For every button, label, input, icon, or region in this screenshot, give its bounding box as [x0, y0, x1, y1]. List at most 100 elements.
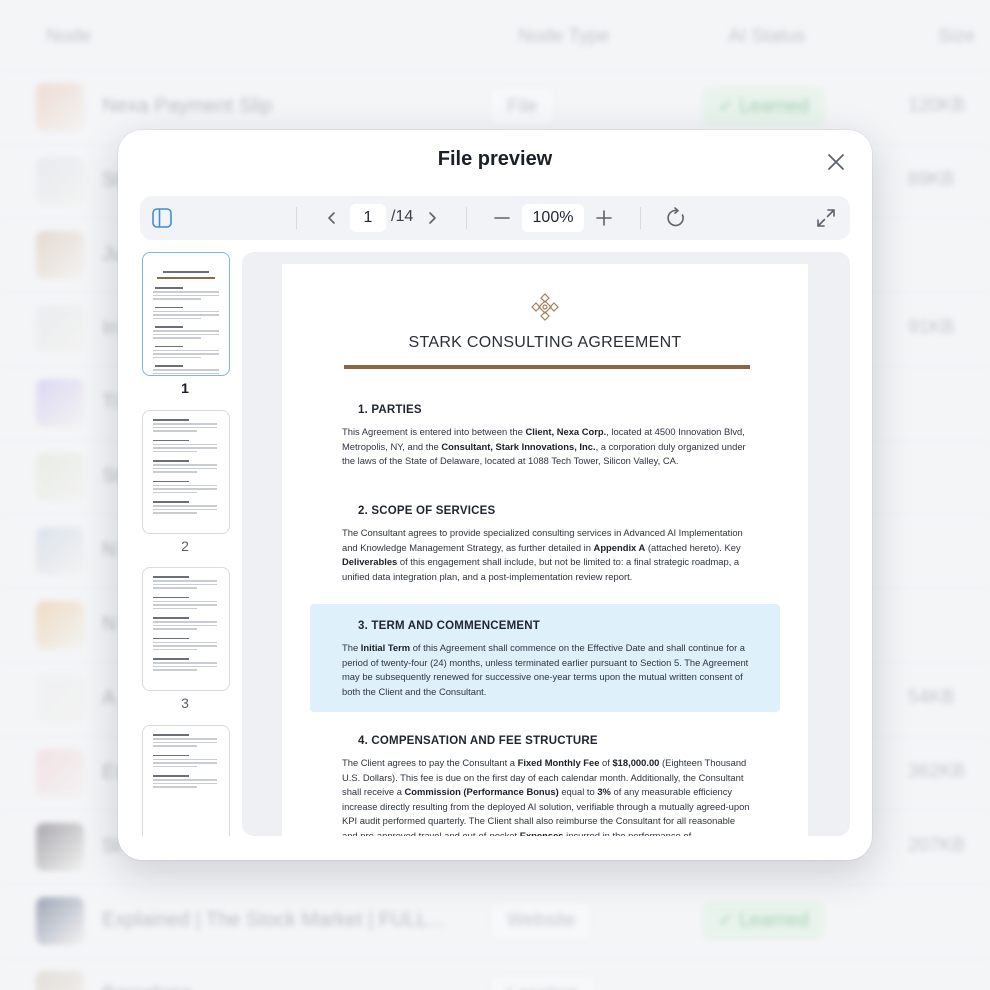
thumbnail-text-line	[153, 450, 197, 452]
thumbnail-text-line	[153, 501, 189, 503]
thumbnail-page-1[interactable]	[142, 252, 230, 376]
page-number-input[interactable]: 1	[350, 204, 386, 232]
thumbnail-text-line	[153, 738, 217, 740]
thumbnail-text-line	[153, 617, 189, 619]
sidebar-toggle-icon[interactable]	[148, 196, 176, 240]
thumbnail-text-line	[153, 508, 217, 510]
node-thumbnail	[36, 749, 84, 797]
thumbnail-text-line	[153, 624, 217, 626]
thumbnail-text-line	[153, 330, 219, 332]
thumbnail-number: 3	[181, 695, 189, 711]
thumbnail-text-line	[153, 762, 217, 764]
rotate-icon[interactable]	[662, 196, 690, 240]
node-thumbnail	[36, 823, 84, 871]
thumbnail-text-line	[153, 356, 201, 358]
thumbnail-text-line	[153, 645, 217, 647]
company-logo-icon	[531, 293, 559, 321]
thumbnail-text-line	[153, 333, 219, 335]
thumbnail-text-line	[153, 621, 217, 623]
thumbnail-text-line	[155, 287, 183, 289]
fullscreen-icon[interactable]	[812, 196, 840, 240]
thumbnail-text-line	[155, 306, 183, 308]
toolbar-divider	[296, 207, 297, 229]
thumbnail-page-3[interactable]	[142, 567, 230, 691]
thumbnail-text-line	[153, 464, 217, 466]
thumbnail-text-line	[153, 423, 217, 425]
column-header-node-type: Node Type	[518, 26, 610, 47]
thumbnail-text-line	[153, 314, 219, 316]
table-header: Node Node Type AI Status Size	[0, 24, 990, 54]
close-icon[interactable]	[822, 148, 850, 176]
thumbnail-text-line	[153, 765, 197, 767]
thumbnail-text-line	[155, 345, 183, 347]
thumbnail-text-line	[153, 782, 217, 784]
thumbnail-text-line	[153, 786, 197, 788]
thumbnail-text-line	[153, 372, 219, 374]
node-thumbnail	[36, 527, 84, 575]
node-type-badge: File	[490, 87, 555, 127]
section-heading-parties: 1. PARTIES	[358, 404, 422, 416]
node-thumbnail	[36, 379, 84, 427]
thumbnail-page-4[interactable]	[142, 725, 230, 836]
node-name: Nexa Payment Slip	[102, 95, 273, 117]
thumbnail-text-line	[153, 745, 197, 747]
toolbar-divider	[640, 207, 641, 229]
thumbnail-text-line	[153, 576, 189, 578]
section-heading-scope: 2. SCOPE OF SERVICES	[358, 505, 496, 517]
thumbnail-text-line	[153, 505, 217, 507]
node-name: N	[102, 613, 117, 635]
document-viewer[interactable]: STARK CONSULTING AGREEMENT 1. PARTIES Th…	[242, 252, 850, 836]
node-thumbnail	[36, 157, 84, 205]
thumbnail-text-line	[153, 294, 219, 296]
thumbnail-text-line	[153, 471, 197, 473]
section-body-scope: The Consultant agrees to provide special…	[342, 527, 743, 582]
preview-toolbar: 1 /14 100%	[140, 196, 850, 240]
next-page-icon[interactable]	[422, 196, 442, 240]
column-header-ai-status: AI Status	[728, 26, 806, 47]
thumbnail-text-line	[153, 600, 217, 602]
thumbnail-text-line	[153, 491, 197, 493]
section-heading-term: 3. TERM AND COMMENCEMENT	[358, 620, 540, 632]
thumbnail-text-line	[157, 277, 215, 279]
thumbnail-text-line	[153, 443, 217, 445]
thumbnail-text-line	[153, 349, 219, 351]
thumbnail-text-line	[153, 583, 217, 585]
thumbnail-text-line	[153, 467, 217, 469]
node-type-badge: Website	[490, 901, 593, 941]
table-row[interactable]: Explained | The Stock Market | FULL... We…	[0, 884, 990, 959]
thumbnail-text-line	[153, 337, 201, 339]
zoom-out-icon[interactable]	[490, 196, 514, 240]
thumbnail-text-line	[153, 665, 217, 667]
node-size: 207KB	[908, 835, 966, 856]
node-size: 362KB	[908, 761, 966, 782]
thumbnail-text-line	[153, 419, 189, 421]
thumbnail-text-line	[153, 430, 197, 432]
thumbnail-text-line	[153, 310, 219, 312]
thumbnail-text-line	[153, 317, 201, 319]
thumbnail-text-line	[153, 669, 197, 671]
node-size: 89KB	[908, 169, 955, 190]
column-header-size: Size	[938, 26, 975, 47]
thumbnail-page-2[interactable]	[142, 410, 230, 534]
previous-page-icon[interactable]	[322, 196, 342, 240]
node-name: N	[102, 539, 117, 561]
section-body-parties: This Agreement is entered into between t…	[342, 426, 746, 466]
thumbnail-number: 2	[181, 538, 189, 554]
thumbnail-text-line	[153, 734, 189, 736]
zoom-level-input[interactable]: 100%	[522, 204, 584, 232]
thumbnail-text-line	[153, 480, 189, 482]
column-header-node: Node	[46, 26, 92, 47]
table-row[interactable]: Barcelona Location	[0, 958, 990, 990]
ai-status-badge: ✓ Learned	[702, 87, 825, 126]
thumbnail-text-line	[153, 488, 217, 490]
node-thumbnail	[36, 897, 84, 945]
modal-title: File preview	[437, 148, 553, 170]
zoom-in-icon[interactable]	[592, 196, 616, 240]
thumbnail-text-line	[153, 291, 219, 293]
node-size: 91KB	[908, 317, 955, 338]
thumbnail-number: 1	[181, 380, 189, 396]
thumbnail-text-line	[153, 637, 189, 639]
node-name: Ti	[102, 391, 118, 413]
toolbar-divider	[466, 207, 467, 229]
node-thumbnail	[36, 453, 84, 501]
